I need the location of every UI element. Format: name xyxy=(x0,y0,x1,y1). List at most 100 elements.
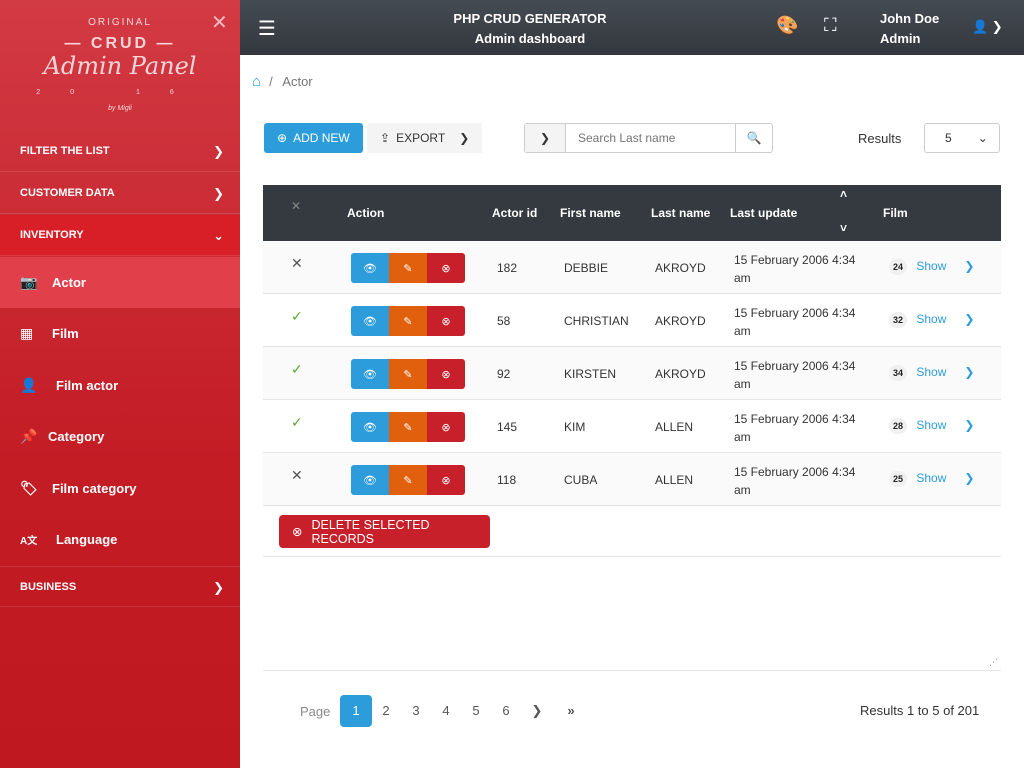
page-5-button[interactable]: 5 xyxy=(460,695,492,727)
sidebar-item-film[interactable]: ▦ Film xyxy=(0,308,240,359)
sidebar-item-category[interactable]: 📌 Category xyxy=(0,411,240,462)
cell-actor-id: 92 xyxy=(497,367,511,381)
chevron-right-icon: ❯ xyxy=(213,186,224,201)
sidebar-section-customer[interactable]: CUSTOMER DATA ❯ xyxy=(0,173,240,214)
cell-actor-id: 118 xyxy=(497,473,517,487)
header-last-name[interactable]: Last name xyxy=(651,206,710,220)
select-checkbox[interactable]: ✓ xyxy=(291,361,303,378)
resize-handle-icon[interactable]: ⋰ xyxy=(989,657,998,668)
page-1-button[interactable]: 1 xyxy=(340,695,372,727)
edit-button[interactable]: ✎ xyxy=(389,412,427,442)
view-button[interactable]: 👁 xyxy=(351,412,389,442)
delete-button[interactable]: ⊗ xyxy=(427,359,465,389)
cell-last-name: AKROYD xyxy=(655,367,706,381)
sidebar-section-filter[interactable]: FILTER THE LIST ❯ xyxy=(0,131,240,172)
chevron-right-icon[interactable]: ❯ xyxy=(964,259,974,273)
cell-last-name: ALLEN xyxy=(655,420,694,434)
deselect-all-icon[interactable]: ✕ xyxy=(291,199,301,213)
show-films-link[interactable]: Show xyxy=(916,471,946,485)
cell-film: 34 Show ❯ xyxy=(889,365,974,381)
results-label: Results xyxy=(858,131,902,146)
cell-last-update: 15 February 2006 4:34 am xyxy=(734,253,856,285)
sidebar-section-inventory[interactable]: INVENTORY ⌄ xyxy=(0,215,240,256)
film-icon: ▦ xyxy=(20,325,34,341)
last-page-button[interactable]: » xyxy=(555,695,587,727)
sort-asc-icon[interactable]: ˄ xyxy=(840,187,847,201)
header-first-name[interactable]: First name xyxy=(560,206,621,220)
view-button[interactable]: 👁 xyxy=(351,306,389,336)
search-icon[interactable]: 🔍 xyxy=(735,124,772,152)
edit-button[interactable]: ✎ xyxy=(389,359,427,389)
cell-film: 24 Show ❯ xyxy=(889,259,974,275)
item-label: Language xyxy=(56,532,118,547)
search-input[interactable] xyxy=(566,124,735,152)
select-checkbox[interactable]: ✓ xyxy=(291,308,303,325)
plus-circle-icon: ⊕ xyxy=(277,131,288,145)
edit-button[interactable]: ✎ xyxy=(389,306,427,336)
delete-button[interactable]: ⊗ xyxy=(427,465,465,495)
show-films-link[interactable]: Show xyxy=(916,418,946,432)
language-icon: A文 xyxy=(20,536,38,547)
sidebar-item-language[interactable]: A文 Language xyxy=(0,514,240,565)
palette-icon[interactable]: 🎨 xyxy=(776,15,798,36)
show-films-link[interactable]: Show xyxy=(916,259,946,273)
chevron-down-icon: ⌄ xyxy=(213,228,224,243)
home-icon[interactable]: ⌂ xyxy=(252,73,261,90)
chevron-right-icon: ❯ xyxy=(213,580,224,595)
export-button[interactable]: ⇪ EXPORT ❯ xyxy=(367,123,482,153)
sidebar-section-business[interactable]: BUSINESS ❯ xyxy=(0,566,240,607)
page-label: Page xyxy=(300,704,331,719)
page-6-button[interactable]: 6 xyxy=(490,695,522,727)
edit-button[interactable]: ✎ xyxy=(389,465,427,495)
add-new-button[interactable]: ⊕ ADD NEW xyxy=(264,123,363,153)
app-title: PHP CRUD GENERATOR xyxy=(453,11,607,26)
sidebar-item-film-category[interactable]: 🏷 Film category xyxy=(0,463,240,514)
view-button[interactable]: 👁 xyxy=(351,465,389,495)
header-actor-id[interactable]: Actor id xyxy=(492,206,537,220)
cell-film: 32 Show ❯ xyxy=(889,312,974,328)
delete-button[interactable]: ⊗ xyxy=(427,253,465,283)
header-last-update[interactable]: Last update xyxy=(730,206,797,220)
select-checkbox[interactable]: ✕ xyxy=(291,255,303,272)
section-label: BUSINESS xyxy=(20,581,77,593)
delete-selected-button[interactable]: ⊗ DELETE SELECTED RECORDS xyxy=(279,515,490,548)
edit-button[interactable]: ✎ xyxy=(389,253,427,283)
view-button[interactable]: 👁 xyxy=(351,253,389,283)
delete-button[interactable]: ⊗ xyxy=(427,412,465,442)
show-films-link[interactable]: Show xyxy=(916,365,946,379)
results-select[interactable]: 5 ⌄ xyxy=(924,123,1000,153)
logo-text: by Migli xyxy=(108,105,132,112)
tags-icon: 🏷 xyxy=(20,480,38,496)
chevron-right-icon[interactable]: ❯ xyxy=(964,312,974,326)
fullscreen-icon[interactable]: ⛶ xyxy=(824,15,837,36)
divider xyxy=(263,670,1001,671)
page-4-button[interactable]: 4 xyxy=(430,695,462,727)
cell-actor-id: 58 xyxy=(497,314,511,328)
cell-last-name: AKROYD xyxy=(655,261,706,275)
hamburger-menu-icon[interactable]: ☰ xyxy=(258,16,276,41)
item-label: Film xyxy=(52,326,79,341)
cell-first-name: CUBA xyxy=(564,473,598,487)
delete-button[interactable]: ⊗ xyxy=(427,306,465,336)
close-sidebar-icon[interactable]: ✕ xyxy=(211,10,228,35)
select-checkbox[interactable]: ✓ xyxy=(291,414,303,431)
next-page-button[interactable]: ❯ xyxy=(521,695,553,727)
user-menu-icon[interactable]: 👤 ❯ xyxy=(972,19,1003,35)
item-label: Category xyxy=(48,429,105,444)
film-count-badge: 34 xyxy=(889,365,907,381)
select-checkbox[interactable]: ✕ xyxy=(291,467,303,484)
page-3-button[interactable]: 3 xyxy=(400,695,432,727)
item-label: Actor xyxy=(52,275,86,290)
page-2-button[interactable]: 2 xyxy=(370,695,402,727)
chevron-right-icon[interactable]: ❯ xyxy=(964,365,974,379)
show-films-link[interactable]: Show xyxy=(916,312,946,326)
table-row: ✓ 👁 ✎ ⊗ 92 KIRSTEN AKROYD 15 February 20… xyxy=(263,347,1001,400)
film-count-badge: 32 xyxy=(889,312,907,328)
chevron-right-icon[interactable]: ❯ xyxy=(964,418,974,432)
sidebar-item-actor[interactable]: 📷 Actor xyxy=(0,257,240,308)
sidebar-item-film-actor[interactable]: 👤 Film actor xyxy=(0,360,240,411)
search-field-selector[interactable]: ❯ xyxy=(525,124,566,152)
view-button[interactable]: 👁 xyxy=(351,359,389,389)
sort-desc-icon[interactable]: ˅ xyxy=(840,221,847,235)
chevron-right-icon[interactable]: ❯ xyxy=(964,471,974,485)
